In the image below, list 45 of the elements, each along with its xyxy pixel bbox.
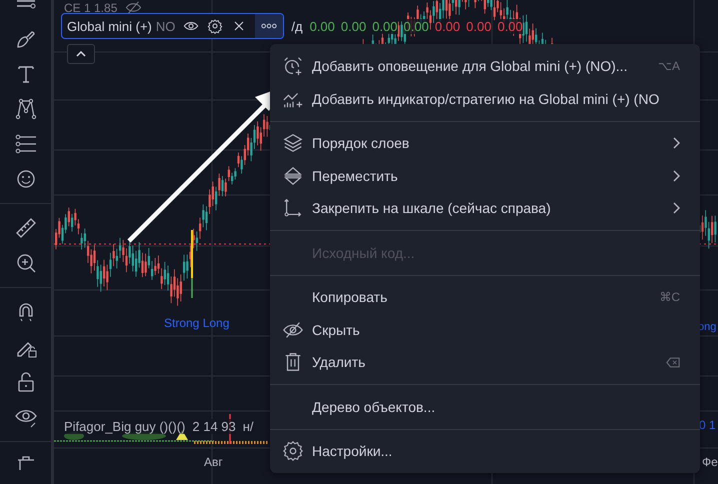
legend-value: 0.00 xyxy=(466,18,492,34)
indicator-title: Pifagor_Big guy ()()() xyxy=(64,419,186,434)
legend-value: 0.00 xyxy=(404,18,429,34)
indicator-value: н/ xyxy=(242,419,254,434)
menu-item[interactable]: Копировать ⌘C xyxy=(270,281,700,314)
time-axis-label: Фе xyxy=(702,455,718,469)
indicator-values: 2 14 93 xyxy=(192,419,236,434)
menu-item[interactable]: Дерево объектов... xyxy=(270,390,700,423)
menu-item[interactable]: Удалить xyxy=(270,346,700,378)
settings-icon xyxy=(282,440,304,462)
settings-icon[interactable] xyxy=(207,18,224,34)
legend-value: 0.00 xyxy=(310,18,335,34)
menu-item[interactable]: Настройки... xyxy=(270,435,700,468)
more-button[interactable] xyxy=(255,14,284,38)
collapse-button[interactable] xyxy=(67,44,95,64)
legend-value-label: /д xyxy=(291,18,303,34)
menu-item[interactable]: Добавить оповещение для Global mini (+) (NO)... ⌥A xyxy=(270,50,700,82)
menu-item[interactable]: Закрепить на шкале (сейчас справа) xyxy=(270,192,700,224)
indicator-status: NO xyxy=(156,18,176,34)
move-icon xyxy=(282,164,304,187)
alarm-clock-plus-icon xyxy=(282,55,304,78)
fibonacci-icon[interactable] xyxy=(14,132,38,156)
more-icon xyxy=(261,23,278,29)
legend-value: 0.00 xyxy=(497,18,523,34)
eye-crossed-icon[interactable] xyxy=(125,0,142,16)
shortcut-text: ⌘C xyxy=(659,290,680,304)
chevron-up-icon xyxy=(76,51,86,57)
signal-label: Strong Long xyxy=(164,316,230,330)
indicator-title: Global mini (+) xyxy=(67,18,152,34)
menu-item[interactable]: Скрыть xyxy=(270,314,700,346)
series-legend-text: CE 1 1.85 xyxy=(64,0,118,14)
legend-value: 0.00 xyxy=(340,18,366,34)
scale-axis-icon xyxy=(282,197,304,220)
menu-item[interactable]: Порядок слоев xyxy=(270,127,700,160)
ruler-icon[interactable] xyxy=(14,216,38,240)
pattern-icon[interactable] xyxy=(14,97,38,121)
menu-item[interactable]: Добавить индикатор/стратегию на Global mini (+) (NO xyxy=(270,82,700,115)
legend-value: 0.00 xyxy=(434,18,460,34)
time-axis-label: Авг xyxy=(204,455,223,469)
backspace-icon xyxy=(666,356,680,368)
menu-item[interactable]: Переместить xyxy=(270,160,700,192)
layers-icon xyxy=(282,132,304,154)
legend-value: 0.00 xyxy=(372,18,398,34)
indicator-legend[interactable]: Global mini (+) NO xyxy=(61,13,284,39)
shortcut-text: ⌥A xyxy=(658,59,680,74)
